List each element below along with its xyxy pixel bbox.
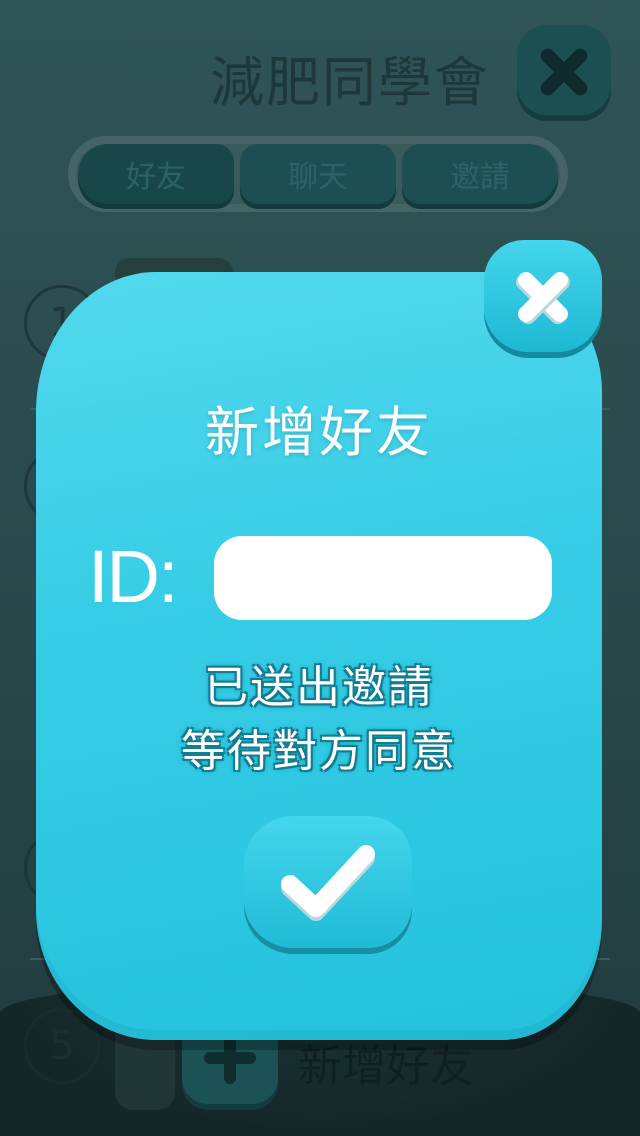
checkmark-icon xyxy=(281,845,375,921)
tab-bar: 好友 聊天 邀請 xyxy=(68,136,568,212)
invite-status: 已送出邀請 等待對方同意 xyxy=(36,656,602,784)
app-title: 減肥同學會 xyxy=(210,51,490,114)
tab-invite: 邀請 xyxy=(402,144,558,204)
tab-chat: 聊天 xyxy=(240,144,396,204)
dialog-title: 新增好友 xyxy=(205,401,433,464)
close-icon xyxy=(511,264,575,328)
rank-badge: 5 xyxy=(24,1008,100,1084)
id-label: ID: xyxy=(88,535,179,618)
status-line-sent: 已送出邀請 xyxy=(204,662,434,713)
tab-friends: 好友 xyxy=(78,144,234,204)
status-line-waiting: 等待對方同意 xyxy=(181,726,457,777)
dialog-close-button[interactable] xyxy=(484,240,602,352)
id-input[interactable] xyxy=(214,536,552,620)
add-friend-dialog: 新增好友 ID: 已送出邀請 等待對方同意 xyxy=(36,272,602,1040)
background-close-button xyxy=(517,25,611,115)
confirm-button[interactable] xyxy=(244,816,412,948)
